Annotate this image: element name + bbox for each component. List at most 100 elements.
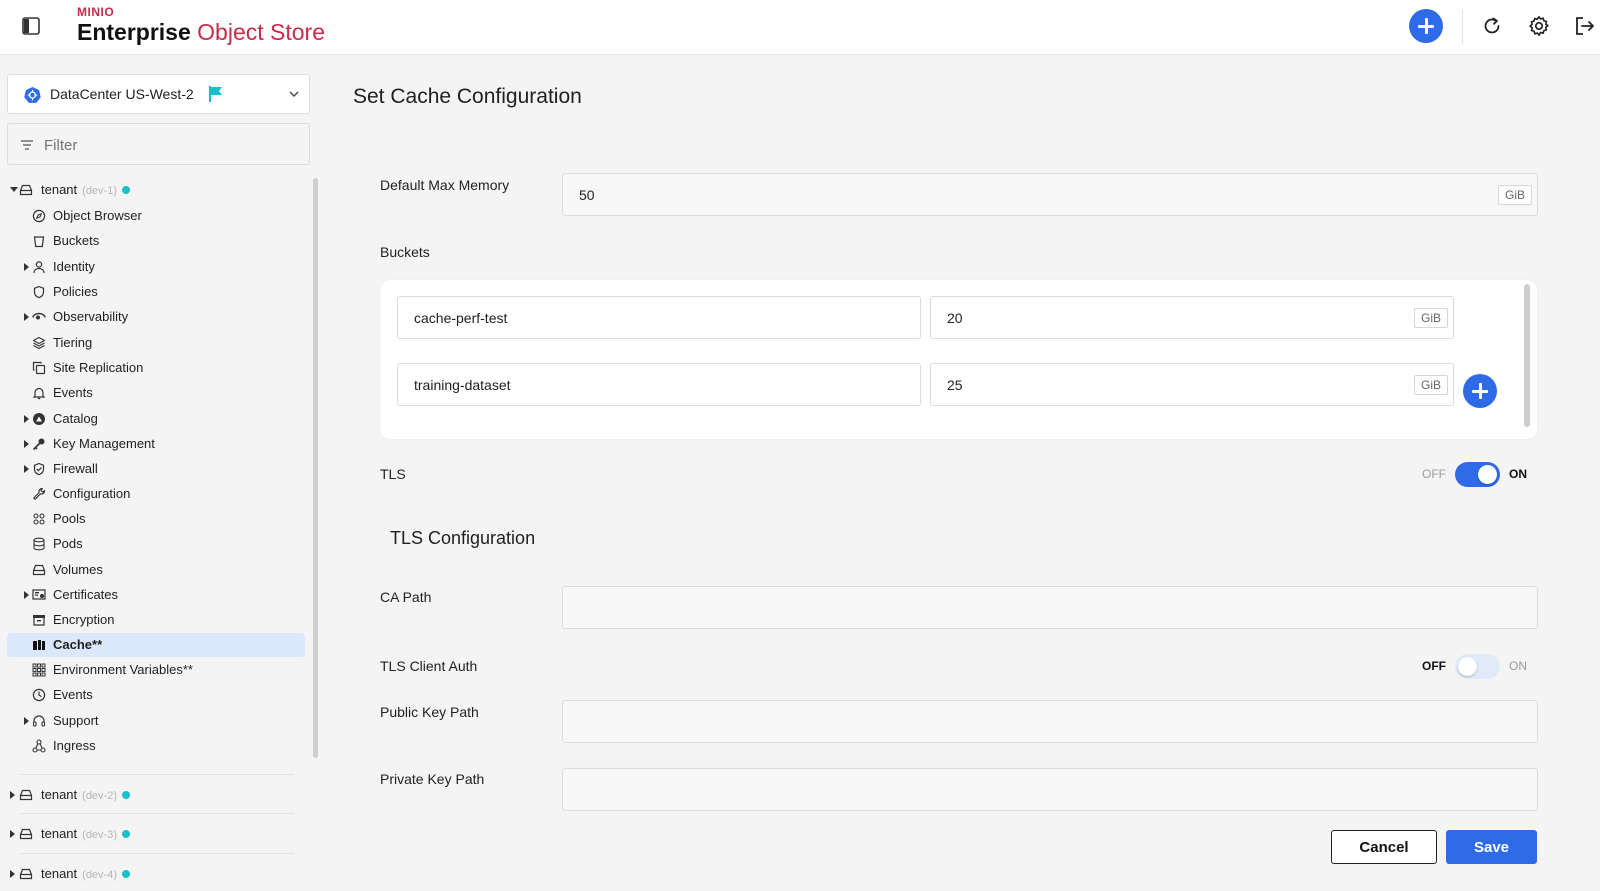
caret-right-icon[interactable] <box>10 870 15 878</box>
caret-right-icon[interactable] <box>10 830 15 838</box>
unit-badge: GiB <box>1497 185 1532 205</box>
caret-down-icon[interactable] <box>10 187 18 192</box>
toggle-knob <box>1478 464 1497 484</box>
key-icon <box>32 438 45 451</box>
sidebar-item-site-replication[interactable]: Site Replication <box>7 356 305 380</box>
kubernetes-icon <box>24 86 41 103</box>
bucket-icon <box>33 236 45 248</box>
sidebar-item-tiering[interactable]: Tiering <box>7 331 305 355</box>
sidebar-scrollbar[interactable] <box>313 178 318 758</box>
observability-icon <box>32 312 46 320</box>
header-divider <box>1462 10 1463 44</box>
copy-icon <box>32 361 46 375</box>
save-button[interactable]: Save <box>1446 830 1537 864</box>
compass-icon <box>32 209 46 223</box>
logo-title: Enterprise Object Store <box>77 18 325 46</box>
public-key-path-field[interactable] <box>562 700 1538 743</box>
caret-right-icon[interactable] <box>10 791 15 799</box>
tls-label: TLS <box>380 466 406 482</box>
tenant-node-dev-2[interactable]: tenant (dev-2) <box>0 784 300 806</box>
header-add-button[interactable] <box>1409 9 1443 43</box>
tree-divider <box>20 813 294 814</box>
unit-badge: GiB <box>1413 308 1448 328</box>
datacenter-label: DataCenter US-West-2 <box>50 86 194 102</box>
tenant-label: tenant (dev-2) <box>41 787 130 802</box>
sidebar-item-events-2[interactable]: Events <box>7 683 305 707</box>
status-dot <box>122 829 130 838</box>
datacenter-select[interactable]: DataCenter US-West-2 <box>7 74 310 114</box>
sidebar-item-configuration[interactable]: Configuration <box>7 482 305 506</box>
caret-right-icon[interactable] <box>24 465 29 473</box>
tls-client-auth-label: TLS Client Auth <box>380 658 478 674</box>
default-max-memory-field[interactable]: 50 GiB <box>562 173 1538 216</box>
sidebar-item-pools[interactable]: Pools <box>7 507 305 531</box>
sidebar-item-cache[interactable]: Cache** <box>7 633 305 657</box>
grid-icon <box>32 663 46 677</box>
tenant-node-dev-1[interactable]: tenant (dev-1) <box>0 179 300 201</box>
sidebar-item-buckets[interactable]: Buckets <box>7 229 305 253</box>
private-key-path-label: Private Key Path <box>380 771 485 787</box>
sidebar-item-policies[interactable]: Policies <box>7 280 305 304</box>
sidebar-item-encryption[interactable]: Encryption <box>7 608 305 632</box>
bell-icon <box>32 387 46 400</box>
top-header: MINIO Enterprise Object Store <box>0 0 1600 55</box>
database-icon <box>33 537 45 551</box>
certificate-icon <box>32 589 46 600</box>
wrench-icon <box>33 487 46 500</box>
tls-toggle[interactable] <box>1455 461 1500 487</box>
logout-icon[interactable] <box>1572 14 1596 38</box>
sidebar-item-pods[interactable]: Pods <box>7 532 305 556</box>
sidebar-item-catalog[interactable]: Catalog <box>7 407 305 431</box>
gear-icon[interactable] <box>1527 14 1551 38</box>
page-title: Set Cache Configuration <box>353 85 582 108</box>
bucket-size-field[interactable]: 20 GiB <box>930 296 1454 339</box>
drive-icon <box>19 789 33 801</box>
sidebar-item-object-browser[interactable]: Object Browser <box>7 204 305 228</box>
tree-divider <box>20 853 294 854</box>
default-max-memory-value: 50 <box>579 187 595 203</box>
refresh-icon[interactable] <box>1480 14 1504 38</box>
caret-right-icon[interactable] <box>24 313 29 321</box>
network-icon <box>32 739 46 753</box>
toggle-off-label: OFF <box>1422 467 1446 481</box>
tenant-node-dev-3[interactable]: tenant (dev-3) <box>0 823 300 845</box>
caret-right-icon[interactable] <box>24 591 29 599</box>
sidebar-item-events[interactable]: Events <box>7 381 305 405</box>
filter-icon <box>21 140 33 150</box>
bucket-name-value: training-dataset <box>414 377 511 393</box>
ca-path-field[interactable] <box>562 586 1538 629</box>
status-dot <box>122 790 130 799</box>
tls-configuration-title: TLS Configuration <box>390 528 536 548</box>
caret-right-icon[interactable] <box>24 263 29 271</box>
caret-right-icon[interactable] <box>24 440 29 448</box>
tls-client-auth-toggle[interactable] <box>1455 653 1500 679</box>
filter-input[interactable] <box>44 134 294 156</box>
caret-right-icon[interactable] <box>24 717 29 725</box>
filter-field[interactable] <box>7 123 310 165</box>
sidebar-item-environment-variables[interactable]: Environment Variables** <box>7 658 305 682</box>
tenant-node-dev-4[interactable]: tenant (dev-4) <box>0 863 300 885</box>
sidebar-item-firewall[interactable]: Firewall <box>7 457 305 481</box>
bucket-size-field[interactable]: 25 GiB <box>930 363 1454 406</box>
cancel-button[interactable]: Cancel <box>1331 830 1437 864</box>
tls-toggle-row: OFF ON <box>1422 461 1527 487</box>
add-bucket-button[interactable] <box>1463 374 1497 408</box>
bucket-name-field[interactable]: training-dataset <box>397 363 921 406</box>
sidebar-item-identity[interactable]: Identity <box>7 255 305 279</box>
buckets-scrollbar[interactable] <box>1524 284 1530 427</box>
sidebar-item-volumes[interactable]: Volumes <box>7 558 305 582</box>
bucket-name-field[interactable]: cache-perf-test <box>397 296 921 339</box>
sidebar-item-certificates[interactable]: Certificates <box>7 583 305 607</box>
drive-icon <box>32 564 46 576</box>
sidebar-item-ingress[interactable]: Ingress <box>7 734 305 758</box>
drive-icon <box>19 868 33 880</box>
sidebar-toggle-icon[interactable] <box>20 15 42 37</box>
sidebar-item-key-management[interactable]: Key Management <box>7 432 305 456</box>
private-key-path-field[interactable] <box>562 768 1538 811</box>
logo-minio: MINIO <box>77 5 115 19</box>
tenant-label: tenant (dev-4) <box>41 866 130 881</box>
bucket-name-value: cache-perf-test <box>414 310 508 326</box>
caret-right-icon[interactable] <box>24 415 29 423</box>
sidebar-item-support[interactable]: Support <box>7 709 305 733</box>
sidebar-item-observability[interactable]: Observability <box>7 305 305 329</box>
